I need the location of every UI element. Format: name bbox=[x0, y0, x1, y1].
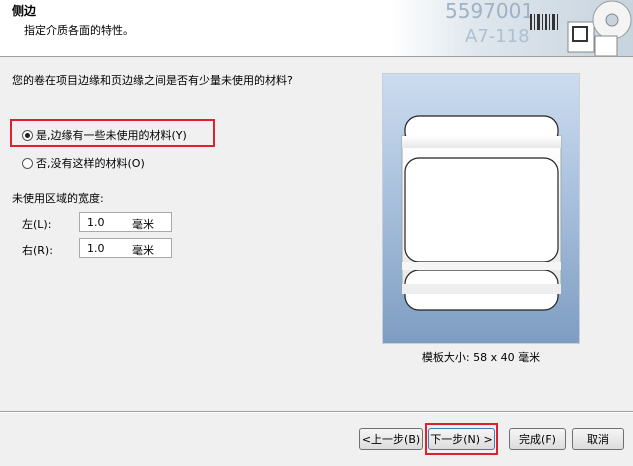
left-margin-input[interactable]: 1.0 毫米 bbox=[79, 212, 172, 232]
option-yes-radio[interactable]: 是,边缘有一些未使用的材料(Y) bbox=[22, 127, 187, 143]
footer-separator bbox=[0, 411, 633, 413]
page-subtitle: 指定介质各面的特性。 bbox=[24, 24, 134, 37]
radio-unchecked-icon[interactable] bbox=[22, 157, 33, 169]
right-margin-input[interactable]: 1.0 毫米 bbox=[79, 238, 172, 258]
label-preview bbox=[382, 73, 580, 344]
option-no-label: 否,没有这样的材料(O) bbox=[36, 157, 145, 170]
right-margin-unit: 毫米 bbox=[132, 244, 154, 257]
finish-button[interactable]: 完成(F) bbox=[509, 428, 566, 450]
cancel-button[interactable]: 取消 bbox=[572, 428, 624, 450]
right-margin-label: 右(R): bbox=[22, 244, 53, 257]
header-banner-image: 5597001 A7-118 bbox=[390, 0, 633, 56]
question-text: 您的卷在项目边缘和页边缘之间是否有少量未使用的材料? bbox=[12, 74, 293, 87]
radio-checked-icon[interactable] bbox=[22, 129, 33, 141]
template-size-caption: 模板大小: 58 x 40 毫米 bbox=[421, 351, 541, 364]
label-current bbox=[404, 157, 559, 263]
wizard-header: 侧边 指定介质各面的特性。 5597001 A7-118 bbox=[0, 0, 633, 57]
option-no-radio[interactable]: 否,没有这样的材料(O) bbox=[22, 155, 145, 171]
next-button[interactable]: 下一步(N) > bbox=[428, 428, 495, 450]
left-margin-value[interactable]: 1.0 bbox=[87, 216, 105, 229]
left-margin-label: 左(L): bbox=[22, 218, 52, 231]
left-margin-unit: 毫米 bbox=[132, 218, 154, 231]
svg-text:A7-118: A7-118 bbox=[465, 26, 530, 47]
right-margin-value[interactable]: 1.0 bbox=[87, 242, 105, 255]
svg-text:5597001: 5597001 bbox=[445, 0, 534, 23]
option-yes-label: 是,边缘有一些未使用的材料(Y) bbox=[36, 129, 187, 142]
back-button[interactable]: <上一步(B) bbox=[359, 428, 423, 450]
page-title: 侧边 bbox=[12, 4, 37, 18]
unused-width-label: 未使用区域的宽度: bbox=[12, 192, 104, 205]
